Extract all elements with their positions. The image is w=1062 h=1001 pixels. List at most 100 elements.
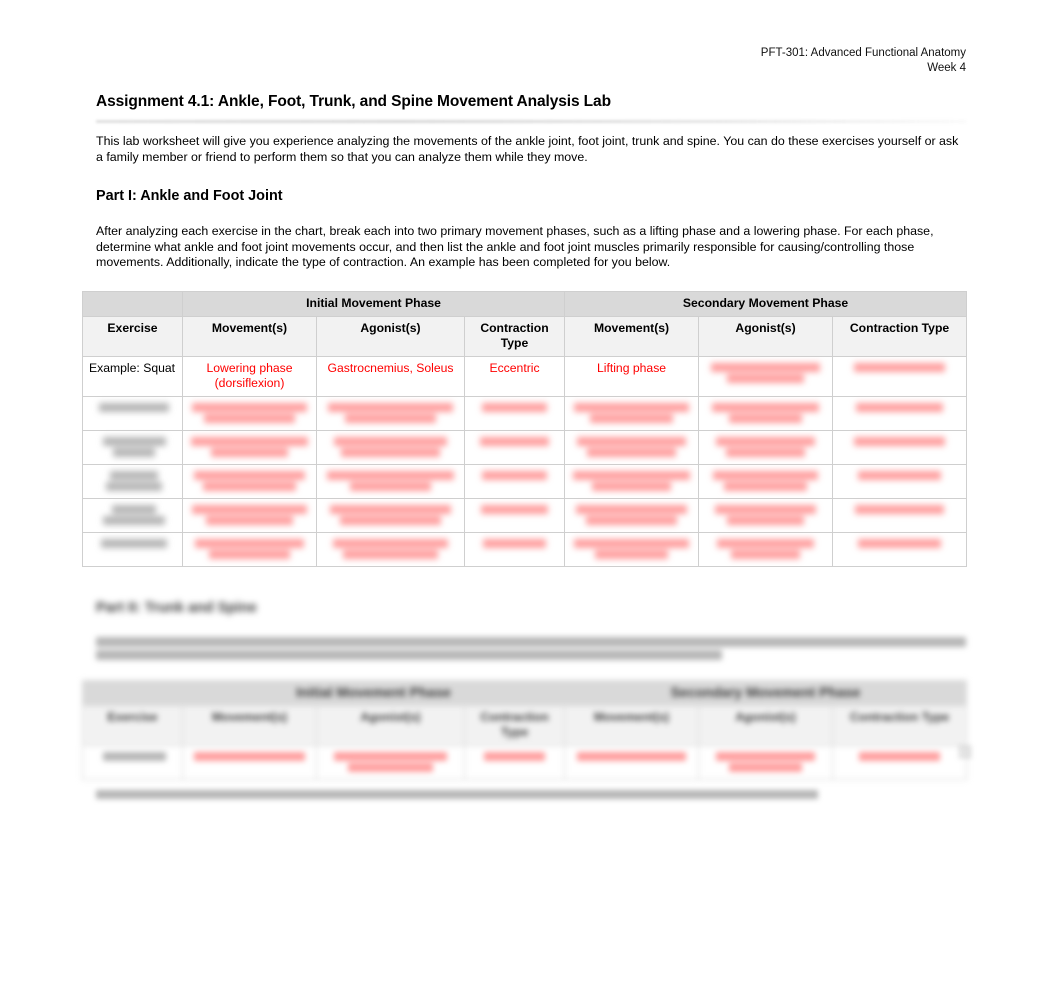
cell-initial-contraction[interactable]	[463, 463, 566, 499]
week-line: Week 4	[927, 62, 966, 74]
intro-paragraph: This lab worksheet will give you experie…	[96, 134, 959, 164]
band-initial-phase: Initial Movement Phase	[181, 679, 566, 706]
col-initial-agonist: Agonist(s)	[316, 704, 465, 746]
cell-exercise[interactable]	[82, 395, 183, 431]
cell-initial-agonist[interactable]	[316, 429, 465, 465]
cell-secondary-agonist[interactable]	[698, 744, 834, 780]
table-column-header-row: Exercise Movement(s) Agonist(s) Contract…	[82, 315, 968, 357]
page-title: Assignment 4.1: Ankle, Foot, Trunk, and …	[96, 93, 611, 110]
part2-table: Initial Movement Phase Secondary Movemen…	[82, 679, 968, 780]
cell-exercise[interactable]	[82, 531, 183, 567]
cell-secondary-agonist[interactable]	[698, 429, 834, 465]
cell-initial-movement[interactable]: Lowering phase (dorsiflexion)	[182, 355, 317, 397]
cell-secondary-agonist[interactable]	[698, 355, 834, 397]
cell-secondary-agonist[interactable]	[698, 463, 834, 499]
cell-initial-movement[interactable]	[182, 744, 317, 780]
cell-secondary-contraction[interactable]	[832, 429, 968, 465]
cell-initial-movement[interactable]	[182, 463, 317, 499]
table-row[interactable]	[82, 463, 968, 499]
page-corner-artifact	[958, 745, 972, 759]
cell-initial-contraction[interactable]	[463, 395, 566, 431]
col-initial-agonist: Agonist(s)	[316, 315, 465, 357]
table-row[interactable]	[82, 395, 968, 431]
col-initial-movement: Movement(s)	[182, 704, 317, 746]
col-secondary-agonist: Agonist(s)	[698, 315, 834, 357]
col-secondary-movement: Movement(s)	[564, 704, 700, 746]
col-initial-contraction: Contraction Type	[463, 315, 566, 357]
col-exercise: Exercise	[82, 704, 183, 746]
table-row-example[interactable]: Example: Squat Lowering phase (dorsiflex…	[82, 355, 968, 397]
col-secondary-contraction: Contraction Type	[832, 704, 968, 746]
table-row[interactable]	[82, 744, 968, 780]
table-row[interactable]	[82, 531, 968, 567]
cell-secondary-contraction[interactable]	[832, 531, 968, 567]
cell-secondary-movement[interactable]	[564, 531, 700, 567]
running-header: PFT-301: Advanced Functional Anatomy Wee…	[761, 46, 966, 76]
course-code-line: PFT-301: Advanced Functional Anatomy	[760, 47, 966, 59]
part1-table: Initial Movement Phase Secondary Movemen…	[82, 290, 968, 567]
table-row[interactable]	[82, 497, 968, 533]
cell-secondary-movement[interactable]	[564, 429, 700, 465]
part1-paragraph: After analyzing each exercise in the cha…	[96, 224, 934, 270]
band-secondary-phase: Secondary Movement Phase	[564, 290, 968, 317]
cell-secondary-agonist[interactable]	[698, 531, 834, 567]
cell-secondary-movement[interactable]: Lifting phase	[564, 355, 700, 397]
cell-exercise[interactable]: Example: Squat	[82, 355, 183, 397]
cell-secondary-movement[interactable]	[564, 463, 700, 499]
band-spacer	[82, 679, 183, 706]
part2-table-wrap: Initial Movement Phase Secondary Movemen…	[82, 679, 968, 780]
cell-initial-contraction[interactable]	[463, 744, 566, 780]
col-secondary-contraction: Contraction Type	[832, 315, 968, 357]
cell-secondary-contraction[interactable]	[832, 395, 968, 431]
col-initial-contraction: Contraction Type	[463, 704, 566, 746]
cell-initial-movement[interactable]	[182, 531, 317, 567]
cell-initial-contraction[interactable]	[463, 429, 566, 465]
part1-heading: Part I: Ankle and Foot Joint	[96, 188, 283, 205]
table-column-header-row: Exercise Movement(s) Agonist(s) Contract…	[82, 704, 968, 746]
cell-initial-movement[interactable]	[182, 395, 317, 431]
cell-initial-agonist[interactable]: Gastrocnemius, Soleus	[316, 355, 465, 397]
cell-secondary-contraction[interactable]	[832, 744, 968, 780]
col-initial-movement: Movement(s)	[182, 315, 317, 357]
cell-initial-contraction[interactable]	[463, 497, 566, 533]
cell-exercise[interactable]	[82, 463, 183, 499]
document-page: PFT-301: Advanced Functional Anatomy Wee…	[0, 0, 1062, 1001]
cell-secondary-contraction[interactable]	[832, 463, 968, 499]
table-row[interactable]	[82, 429, 968, 465]
cell-secondary-agonist[interactable]	[698, 497, 834, 533]
col-secondary-movement: Movement(s)	[564, 315, 700, 357]
cell-initial-movement[interactable]	[182, 429, 317, 465]
band-spacer	[82, 290, 183, 317]
cell-initial-agonist[interactable]	[316, 497, 465, 533]
cell-exercise[interactable]	[82, 429, 183, 465]
cell-secondary-movement[interactable]	[564, 497, 700, 533]
cell-secondary-contraction[interactable]	[832, 355, 968, 397]
cell-exercise[interactable]	[82, 497, 183, 533]
title-divider	[96, 120, 966, 123]
cell-initial-movement[interactable]	[182, 497, 317, 533]
cell-exercise[interactable]	[82, 744, 183, 780]
cell-initial-agonist[interactable]	[316, 531, 465, 567]
cell-secondary-contraction[interactable]	[832, 497, 968, 533]
cell-secondary-movement[interactable]	[564, 395, 700, 431]
cell-initial-contraction[interactable]	[463, 531, 566, 567]
cell-secondary-agonist[interactable]	[698, 395, 834, 431]
document-body: Assignment 4.1: Ankle, Foot, Trunk, and …	[82, 92, 968, 801]
col-exercise: Exercise	[82, 315, 183, 357]
part2-note	[96, 789, 966, 799]
band-secondary-phase: Secondary Movement Phase	[564, 679, 968, 706]
cell-initial-contraction[interactable]: Eccentric	[463, 355, 566, 397]
cell-initial-agonist[interactable]	[316, 744, 465, 780]
part2-heading: Part II: Trunk and Spine	[96, 599, 257, 616]
table-band-row: Initial Movement Phase Secondary Movemen…	[82, 679, 968, 706]
part2-paragraph	[96, 636, 966, 660]
part1-table-wrap: Initial Movement Phase Secondary Movemen…	[82, 290, 968, 567]
cell-initial-agonist[interactable]	[316, 463, 465, 499]
band-initial-phase: Initial Movement Phase	[181, 290, 566, 317]
redacted-content	[702, 362, 829, 383]
cell-secondary-movement[interactable]	[564, 744, 700, 780]
col-secondary-agonist: Agonist(s)	[698, 704, 834, 746]
cell-initial-agonist[interactable]	[316, 395, 465, 431]
table-band-row: Initial Movement Phase Secondary Movemen…	[82, 290, 968, 317]
